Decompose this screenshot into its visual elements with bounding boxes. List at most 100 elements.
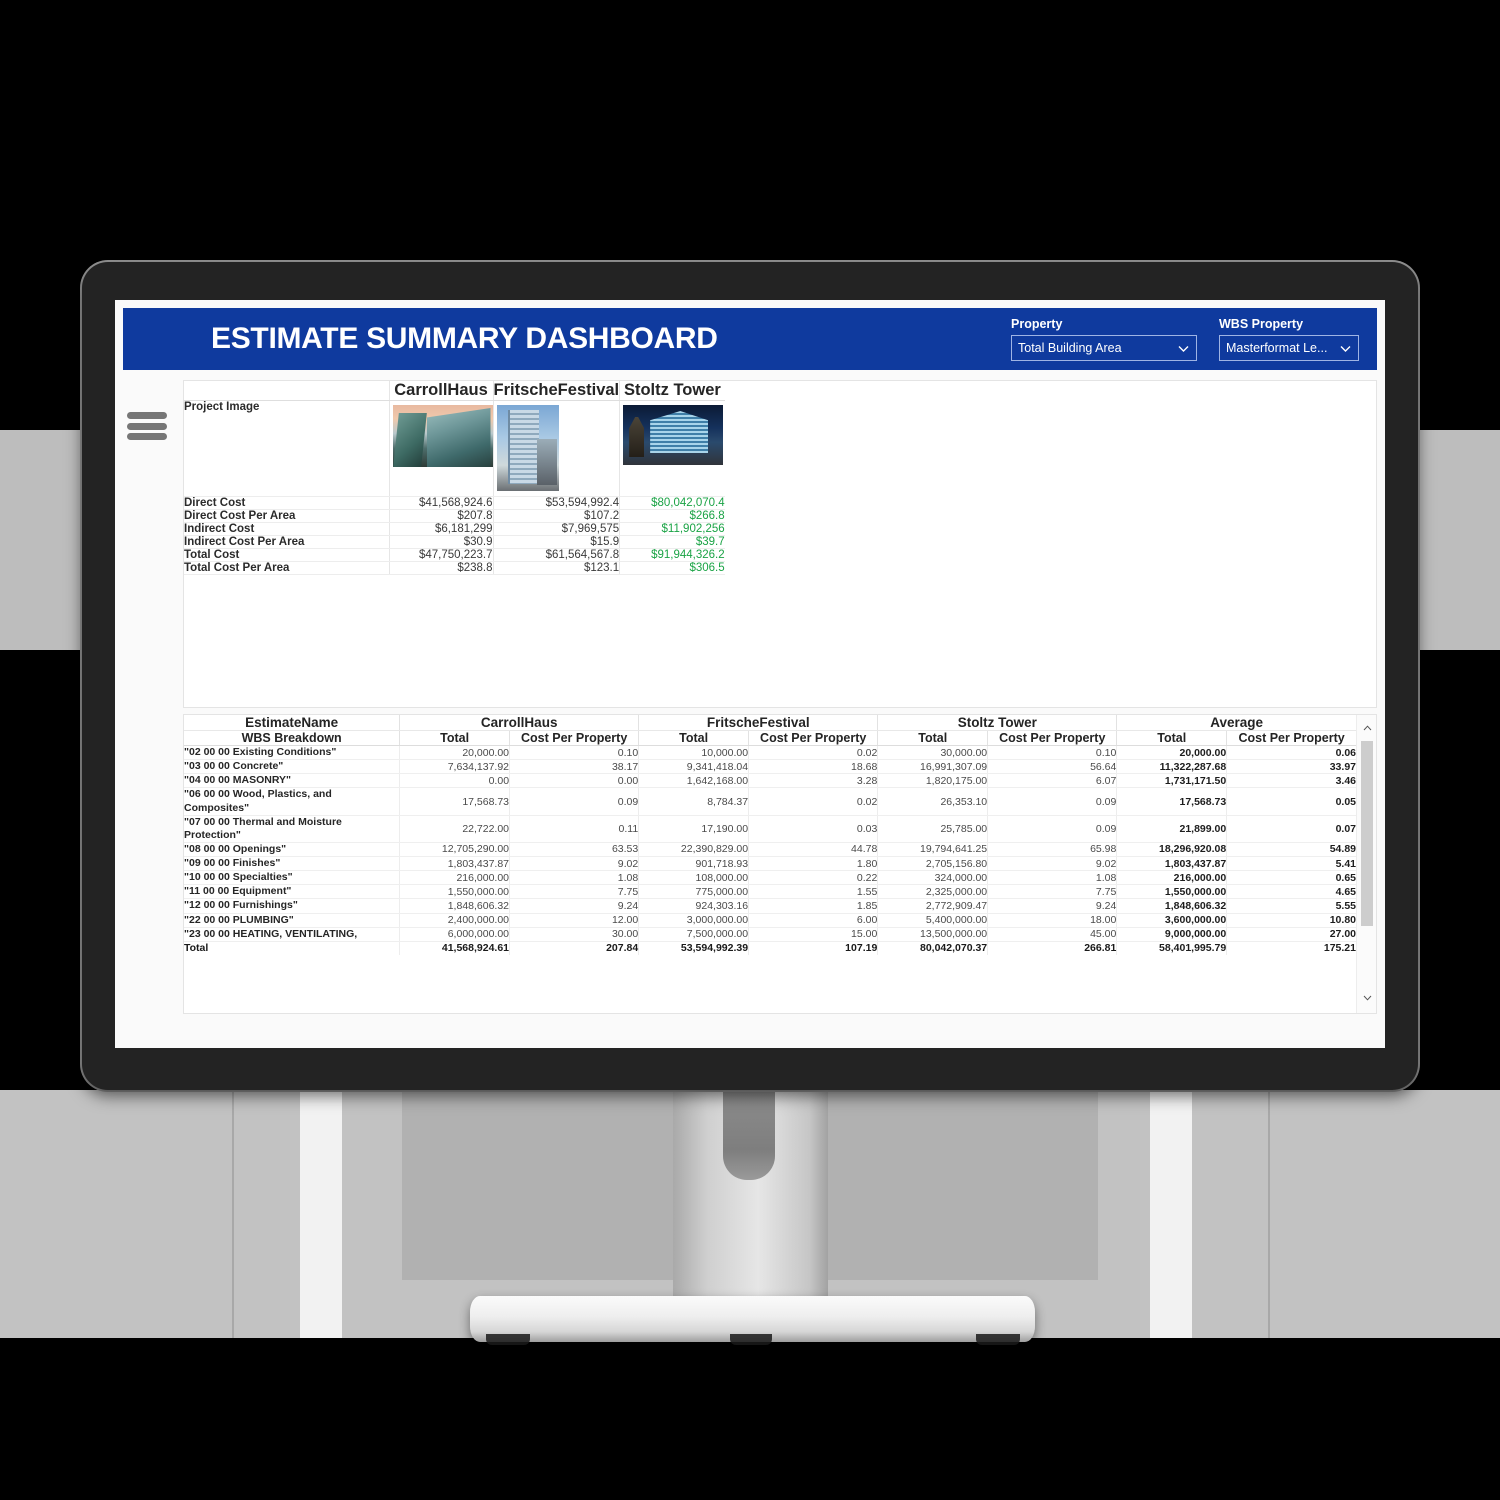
table-cell: 12,705,290.00 [399,842,510,858]
chevron-down-icon[interactable] [1357,989,1376,1007]
table-cell: 1.08 [509,870,639,886]
table-cell: 1.80 [748,856,878,872]
table-cell: 13,500,000.00 [877,927,988,942]
detail-table-body: "02 00 00 Existing Conditions" 20,000.00 0… [184,745,1356,955]
wbs-breakdown-label: "23 00 00 HEATING, VENTILATING, [184,927,400,942]
monitor-bezel: ESTIMATE SUMMARY DASHBOARD Property Tota… [82,262,1418,1090]
summary-column-header[interactable]: Stoltz Tower [619,381,725,401]
table-cell: 1,642,168.00 [638,773,749,789]
table-cell: 30,000.00 [877,745,988,761]
wbs-property-select[interactable]: Masterformat Le... [1219,335,1359,361]
table-cell: 107.19 [748,941,878,955]
wbs-property-select-value: Masterformat Le... [1226,341,1328,355]
summary-column-header[interactable]: FritscheFestival [492,381,620,401]
table-cell: 0.02 [748,787,878,816]
table-cell: 1,820,175.00 [877,773,988,789]
detail-sub-header[interactable]: Total [877,730,988,746]
table-cell: 9.02 [987,856,1117,872]
table-cell: 17,568.73 [399,787,510,816]
detail-sub-header[interactable]: Cost Per Property [509,730,639,746]
summary-cell: $80,042,070.4 [619,496,725,510]
table-cell: 0.10 [509,745,639,761]
table-cell: 9,000,000.00 [1116,927,1227,942]
table-cell: 6.00 [748,913,878,928]
table-row: "07 00 00 Thermal and Moisture Protectio… [184,815,1356,843]
table-cell: 1.55 [748,884,878,900]
property-filter-group: Property Total Building Area [1011,317,1197,361]
table-cell: 1,848,606.32 [1116,898,1227,914]
table-cell: 80,042,070.37 [877,941,988,955]
summary-cell: $30.9 [388,535,493,549]
table-cell: 16,991,307.09 [877,759,988,775]
table-cell: 41,568,924.61 [399,941,510,955]
chevron-up-icon[interactable] [1357,719,1376,737]
detail-group-header: FritscheFestival [638,715,878,731]
wbs-breakdown-table: EstimateName CarrollHaus FritscheFestiva… [184,715,1356,955]
wbs-breakdown-label: "08 00 00 Openings" [184,842,400,858]
table-cell: 27.00 [1226,927,1356,942]
summary-row: Total Cost Per Area $238.8 $123.1 $306.5 [184,561,725,575]
hamburger-menu-icon[interactable] [127,412,167,440]
table-cell: 21,899.00 [1116,815,1227,843]
table-cell: 2,772,909.47 [877,898,988,914]
table-cell: 1,803,437.87 [399,856,510,872]
detail-sub-header[interactable]: Cost Per Property [1226,730,1356,746]
detail-sub-header[interactable]: Cost Per Property [748,730,878,746]
table-cell: 58,401,995.79 [1116,941,1227,955]
table-cell: 18,296,920.08 [1116,842,1227,858]
wbs-breakdown-label: "07 00 00 Thermal and Moisture Protectio… [184,815,400,843]
building-photo-icon [623,405,724,465]
table-cell: 4.65 [1226,884,1356,900]
summary-row: Indirect Cost Per Area $30.9 $15.9 $39.7 [184,535,725,549]
detail-sub-header[interactable]: Total [1116,730,1227,746]
summary-row: Indirect Cost $6,181,299 $7,969,575 $11,… [184,522,725,536]
summary-column-header[interactable]: CarrollHaus [388,381,493,401]
table-cell: 56.64 [987,759,1117,775]
page-title: ESTIMATE SUMMARY DASHBOARD [211,322,718,355]
detail-sub-header[interactable]: Total [638,730,749,746]
wbs-breakdown-label: "09 00 00 Finishes" [184,856,400,872]
table-cell: 12.00 [509,913,639,928]
table-cell: 207.84 [509,941,639,955]
summary-cell: $15.9 [492,535,620,549]
table-row: "11 00 00 Equipment" 1,550,000.00 7.75 775,… [184,884,1356,900]
table-cell: 26,353.10 [877,787,988,816]
summary-cell: $11,902,256 [619,522,725,536]
detail-sub-header[interactable]: Total [399,730,510,746]
summary-cell: $91,944,326.2 [619,548,725,562]
summary-cell: $306.5 [619,561,725,575]
backdrop-stripe-right [1150,1090,1192,1338]
scrollbar-thumb[interactable] [1361,741,1373,926]
wbs-breakdown-label: "02 00 00 Existing Conditions" [184,745,400,761]
table-cell: 3.28 [748,773,878,789]
summary-cell: $107.2 [492,509,620,523]
chevron-down-icon [1177,342,1190,355]
table-cell: 266.81 [987,941,1117,955]
table-row: "22 00 00 PLUMBING" 2,400,000.00 12.00 3,00… [184,913,1356,928]
wbs-property-filter-group: WBS Property Masterformat Le... [1219,317,1359,361]
table-cell: 1,550,000.00 [1116,884,1227,900]
detail-group-header: Average [1116,715,1356,731]
table-cell: 15.00 [748,927,878,942]
table-cell: 5.55 [1226,898,1356,914]
wbs-property-filter-label: WBS Property [1219,317,1304,331]
detail-sub-header[interactable]: Cost Per Property [987,730,1117,746]
table-cell: 0.09 [987,815,1117,843]
monitor-screen: ESTIMATE SUMMARY DASHBOARD Property Tota… [115,300,1385,1048]
detail-table-scrollbar[interactable] [1356,715,1376,1013]
table-cell: 44.78 [748,842,878,858]
summary-cell: $41,568,924.6 [388,496,493,510]
table-cell: 22,390,829.00 [638,842,749,858]
property-select-value: Total Building Area [1018,341,1122,355]
table-cell: 216,000.00 [1116,870,1227,886]
header-controls: Property Total Building Area WBS Propert… [1011,317,1377,361]
table-cell: 30.00 [509,927,639,942]
property-select[interactable]: Total Building Area [1011,335,1197,361]
table-cell: 0.07 [1226,815,1356,843]
table-cell: 8,784.37 [638,787,749,816]
summary-cell: $266.8 [619,509,725,523]
table-cell: 1.08 [987,870,1117,886]
table-cell: 38.17 [509,759,639,775]
backdrop-seam-right [1268,1090,1270,1338]
table-cell: 1.85 [748,898,878,914]
